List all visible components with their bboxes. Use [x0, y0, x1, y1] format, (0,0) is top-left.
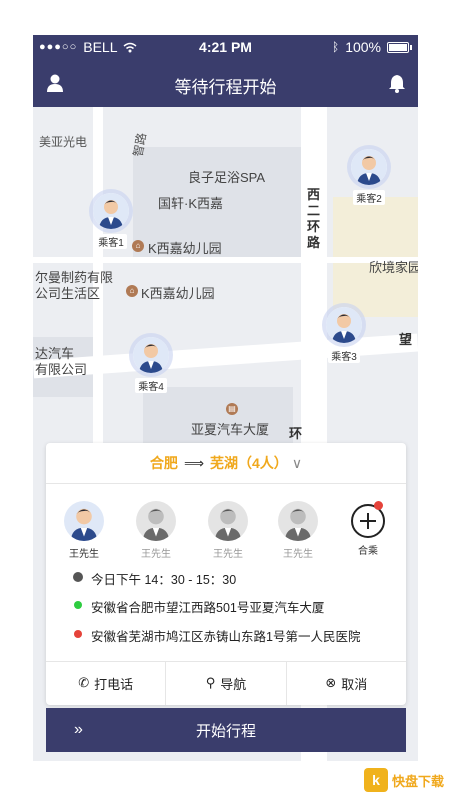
passenger-avatar-icon — [133, 337, 169, 373]
carpool-label: 合乘 — [358, 546, 378, 557]
map-label: K西嘉幼儿园 — [148, 241, 222, 256]
call-button[interactable]: ✆ 打电话 — [46, 661, 167, 705]
cancel-icon: ⊗ — [325, 675, 337, 690]
cancel-label: 取消 — [341, 676, 368, 692]
map-label: 亚夏汽车大厦 — [191, 422, 270, 437]
notification-dot — [374, 501, 383, 510]
app-header: 等待行程开始 — [33, 59, 418, 107]
passenger-item[interactable]: 王先生 — [54, 501, 114, 560]
start-trip-button[interactable]: » 开始行程 — [46, 708, 406, 752]
building-icon: ▤ — [226, 403, 238, 415]
passenger-name: 王先生 — [69, 549, 99, 560]
passenger-avatar-gray-icon — [208, 501, 248, 541]
passenger-avatar-icon — [64, 501, 104, 541]
start-address: 安徽省合肥市望江西路501号亚夏汽车大厦 — [91, 601, 325, 615]
road-label: 望 — [399, 332, 413, 347]
bell-icon[interactable] — [388, 73, 406, 93]
passenger-item[interactable]: 王先生 — [198, 501, 258, 560]
map-label: 欣境家园 — [369, 260, 418, 275]
map-label: 公司生活区 — [35, 286, 101, 301]
map-label: 良子足浴SPA — [188, 170, 266, 185]
passenger-avatar-icon — [326, 307, 362, 343]
passenger-item[interactable]: 王先生 — [126, 501, 186, 560]
location-pin-icon: ⚲ — [205, 675, 216, 690]
watermark-logo: k — [363, 768, 388, 792]
phone-screen: ●●●○○ BELL 4:21 PM ᛒ 100% 等待行程开始 美亚光电 智路… — [33, 35, 418, 761]
watermark-text: 快盘下载 — [391, 773, 444, 789]
cancel-button[interactable]: ⊗ 取消 — [287, 661, 406, 705]
carpool-button[interactable]: 合乘 — [338, 501, 398, 557]
passenger-label: 乘客3 — [328, 348, 360, 363]
navigate-button[interactable]: ⚲ 导航 — [166, 661, 287, 705]
passenger-avatar-icon — [351, 149, 387, 185]
map-passenger-marker[interactable]: 乘客2 — [341, 145, 397, 207]
end-point-icon — [74, 630, 82, 638]
status-bar: ●●●○○ BELL 4:21 PM ᛒ 100% — [33, 35, 418, 59]
passenger-label: 乘客4 — [135, 378, 167, 393]
map-label: K西嘉幼儿园 — [141, 286, 215, 301]
route-to: 芜湖（4人） — [210, 455, 288, 471]
trip-time: 今日下午 14：30 - 15：30 — [91, 573, 237, 587]
map-label: 美亚光电 — [39, 135, 88, 149]
call-label: 打电话 — [94, 676, 134, 692]
map-passenger-marker[interactable]: 乘客3 — [316, 303, 372, 365]
map-passenger-marker[interactable]: 乘客1 — [83, 189, 139, 251]
road-label: 环 — [289, 426, 303, 441]
navigate-label: 导航 — [220, 676, 247, 692]
map-label: 国轩·K西嘉 — [158, 196, 224, 211]
page-title: 等待行程开始 — [174, 78, 277, 97]
school-icon: ⌂ — [126, 285, 138, 297]
start-point-icon — [74, 601, 82, 609]
passenger-name: 王先生 — [141, 549, 171, 560]
passenger-avatar-gray-icon — [136, 501, 176, 541]
chevron-down-icon[interactable]: ∨ — [292, 455, 302, 471]
passenger-list: 王先生 王先生 王先生 王先生 合乘 — [46, 501, 406, 561]
battery-label: 100% — [345, 39, 381, 55]
map-block — [143, 387, 293, 447]
passenger-name: 王先生 — [213, 549, 243, 560]
passenger-label: 乘客1 — [95, 234, 127, 249]
map-passenger-marker[interactable]: 乘客4 — [123, 333, 179, 395]
bluetooth-icon: ᛒ — [331, 40, 340, 54]
map-road — [33, 257, 418, 263]
action-bar: ✆ 打电话 ⚲ 导航 ⊗ 取消 — [46, 661, 406, 705]
route-arrow-icon: ⟹ — [183, 455, 205, 471]
map-label: 有限公司 — [35, 362, 88, 377]
end-address: 安徽省芜湖市鸠江区赤铸山东路1号第一人民医院 — [91, 630, 361, 644]
start-trip-label: 开始行程 — [195, 723, 256, 740]
route-selector[interactable]: 合肥 ⟹ 芜湖（4人） ∨ — [46, 453, 406, 473]
passenger-avatar-icon — [93, 193, 129, 229]
watermark: k 快盘下载 — [363, 768, 444, 792]
phone-icon: ✆ — [78, 675, 90, 690]
passenger-label: 乘客2 — [353, 190, 385, 205]
passenger-item[interactable]: 王先生 — [268, 501, 328, 560]
road-label: 西二环路 — [307, 187, 321, 250]
battery-icon — [387, 41, 409, 53]
passenger-name: 王先生 — [283, 549, 313, 560]
trip-card: 合肥 ⟹ 芜湖（4人） ∨ 王先生 王先生 王先生 王先生 合乘 今日下午 14… — [46, 443, 406, 705]
passenger-avatar-gray-icon — [278, 501, 318, 541]
clock-icon — [73, 572, 83, 582]
route-from: 合肥 — [149, 455, 178, 471]
